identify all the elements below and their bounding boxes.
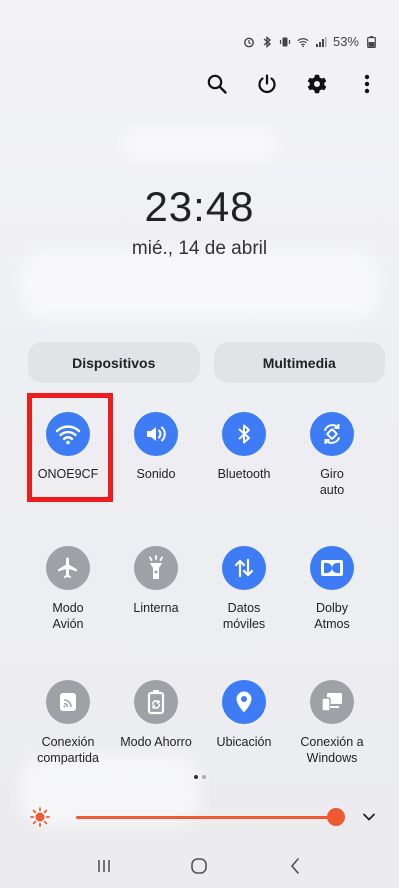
home-button[interactable] bbox=[182, 851, 216, 881]
tile-label: Modo Avión bbox=[52, 601, 84, 631]
tile-label: Datos móviles bbox=[222, 601, 266, 631]
brightness-track[interactable] bbox=[76, 815, 338, 819]
back-button[interactable] bbox=[278, 851, 312, 881]
tile-flashlight[interactable]: Linterna bbox=[112, 546, 200, 632]
more-options-button[interactable] bbox=[353, 70, 381, 98]
brightness-thumb[interactable] bbox=[327, 808, 345, 826]
device-media-tabs: Dispositivos Multimedia bbox=[28, 342, 385, 383]
media-button[interactable]: Multimedia bbox=[213, 342, 385, 383]
tile-label: ONOE9CF bbox=[37, 467, 99, 481]
page-dot bbox=[201, 775, 206, 779]
tile-label: Linterna bbox=[133, 601, 179, 615]
brightness-icon bbox=[30, 807, 50, 827]
recents-button[interactable] bbox=[87, 851, 121, 881]
quick-panel-toolbar bbox=[203, 70, 381, 98]
search-button[interactable] bbox=[203, 70, 231, 98]
tile-location[interactable]: Ubicación bbox=[200, 680, 288, 766]
recents-icon bbox=[98, 860, 110, 872]
tile-label: Bluetooth bbox=[217, 467, 271, 481]
hotspot-icon bbox=[46, 680, 90, 724]
more-options-icon bbox=[364, 74, 370, 94]
dolby-icon bbox=[310, 546, 354, 590]
settings-icon bbox=[307, 74, 327, 94]
power-button[interactable] bbox=[253, 70, 281, 98]
tile-label: Conexión a Windows bbox=[300, 735, 364, 765]
chevron-down-icon bbox=[363, 813, 375, 821]
clock-time: 23:48 bbox=[144, 183, 255, 230]
devices-button[interactable]: Dispositivos bbox=[28, 342, 200, 383]
quick-settings-grid: ONOE9CF Sonido Bluetooth Giro auto Modo … bbox=[24, 412, 376, 766]
home-icon bbox=[191, 858, 208, 874]
tile-bluetooth[interactable]: Bluetooth bbox=[200, 412, 288, 498]
tile-label: Giro auto bbox=[319, 467, 345, 497]
clock-date: mié., 14 de abril bbox=[131, 238, 268, 259]
auto-rotate-icon bbox=[310, 412, 354, 456]
tile-label: Ubicación bbox=[216, 735, 272, 749]
tile-label: Dolby Atmos bbox=[314, 601, 350, 631]
cell-signal-icon bbox=[315, 36, 327, 48]
tile-label: Modo Ahorro bbox=[120, 735, 192, 749]
link-to-windows-icon bbox=[310, 680, 354, 724]
battery-saver-icon bbox=[134, 680, 178, 724]
tile-mobile-data[interactable]: Datos móviles bbox=[200, 546, 288, 632]
background-blur bbox=[120, 130, 280, 160]
page-indicator bbox=[0, 775, 399, 779]
page-dot-active bbox=[193, 775, 198, 779]
tile-sound[interactable]: Sonido bbox=[112, 412, 200, 498]
wifi-signal-icon bbox=[297, 36, 309, 48]
brightness-slider[interactable] bbox=[30, 803, 382, 831]
flashlight-icon bbox=[134, 546, 178, 590]
tile-label: Conexión compartida bbox=[37, 735, 99, 765]
bluetooth-icon bbox=[261, 35, 273, 48]
tile-label: Sonido bbox=[136, 467, 176, 481]
mobile-data-icon bbox=[222, 546, 266, 590]
background-blur bbox=[20, 250, 380, 320]
tile-link-to-windows[interactable]: Conexión a Windows bbox=[288, 680, 376, 766]
vibrate-icon bbox=[279, 36, 291, 48]
speaker-icon bbox=[134, 412, 178, 456]
airplane-icon bbox=[46, 546, 90, 590]
tile-airplane-mode[interactable]: Modo Avión bbox=[24, 546, 112, 632]
tile-dolby-atmos[interactable]: Dolby Atmos bbox=[288, 546, 376, 632]
status-bar: 53% bbox=[243, 34, 377, 49]
battery-percent: 53% bbox=[332, 34, 359, 49]
back-icon bbox=[291, 858, 299, 874]
search-icon bbox=[207, 74, 227, 94]
alarm-icon bbox=[243, 36, 255, 48]
power-icon bbox=[258, 74, 276, 94]
tile-wifi[interactable]: ONOE9CF bbox=[24, 412, 112, 498]
location-icon bbox=[222, 680, 266, 724]
bluetooth-icon bbox=[222, 412, 266, 456]
expand-button[interactable] bbox=[360, 808, 378, 826]
settings-button[interactable] bbox=[303, 70, 331, 98]
tile-power-saving[interactable]: Modo Ahorro bbox=[112, 680, 200, 766]
battery-icon bbox=[365, 35, 377, 48]
wifi-icon bbox=[46, 412, 90, 456]
tile-hotspot[interactable]: Conexión compartida bbox=[24, 680, 112, 766]
navigation-bar bbox=[0, 847, 399, 885]
tile-auto-rotate[interactable]: Giro auto bbox=[288, 412, 376, 498]
